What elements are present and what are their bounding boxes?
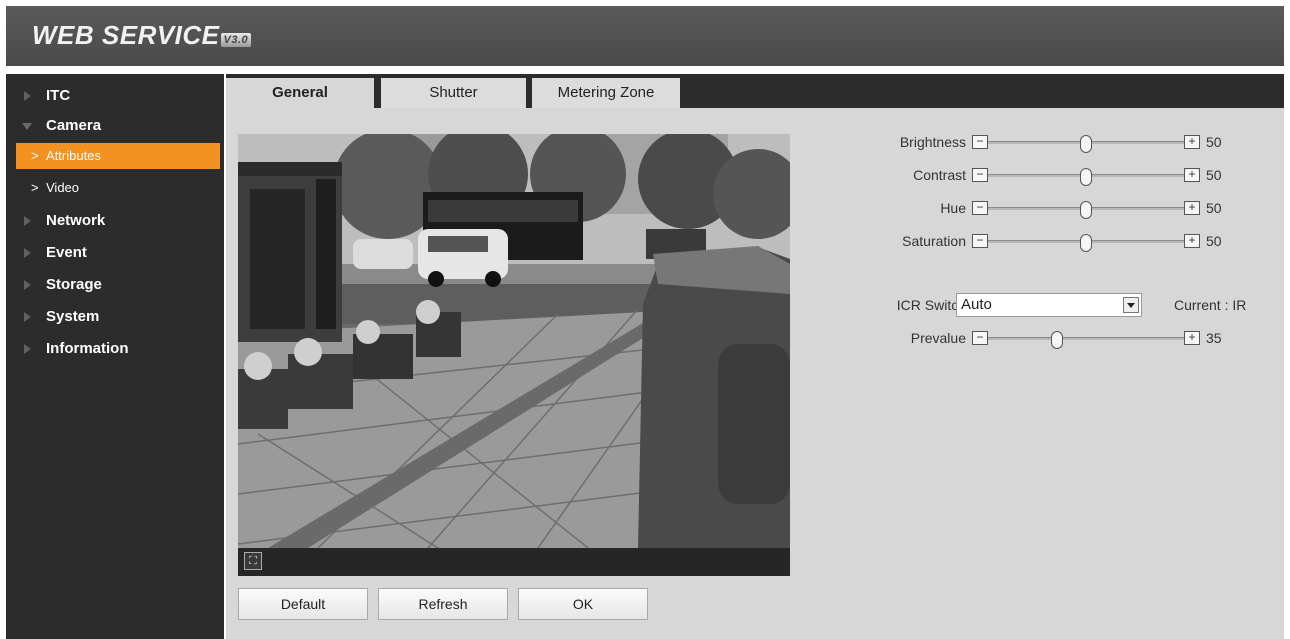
sidebar-item-itc[interactable]: ITC bbox=[6, 82, 224, 110]
prevalue-slider[interactable] bbox=[988, 331, 1184, 349]
decrease-button[interactable]: − bbox=[972, 331, 988, 345]
expand-arrow-icon bbox=[24, 91, 31, 101]
dropdown-arrow-icon[interactable] bbox=[1123, 297, 1139, 313]
sidebar: ITC Camera > Attributes > Video Network … bbox=[6, 74, 224, 639]
contrast-slider[interactable] bbox=[988, 168, 1184, 186]
sidebar-item-label: ITC bbox=[46, 87, 71, 104]
icr-switch-value: Auto bbox=[961, 296, 992, 313]
tab-metering-zone[interactable]: Metering Zone bbox=[532, 78, 680, 108]
sidebar-item-network[interactable]: Network bbox=[6, 207, 224, 235]
sidebar-item-attributes[interactable]: > Attributes bbox=[16, 143, 220, 169]
sidebar-item-label: System bbox=[46, 308, 100, 325]
hue-value: 50 bbox=[1206, 200, 1222, 216]
ok-button[interactable]: OK bbox=[518, 588, 648, 620]
increase-button[interactable]: + bbox=[1184, 168, 1200, 182]
refresh-button[interactable]: Refresh bbox=[378, 588, 508, 620]
decrease-button[interactable]: − bbox=[972, 201, 988, 215]
sidebar-item-label: Attributes bbox=[46, 148, 101, 163]
prevalue-label: Prevalue bbox=[910, 330, 966, 346]
slider-thumb[interactable] bbox=[1080, 168, 1092, 186]
decrease-button[interactable]: − bbox=[972, 135, 988, 149]
sidebar-item-label: Storage bbox=[46, 276, 102, 293]
increase-button[interactable]: + bbox=[1184, 135, 1200, 149]
increase-button[interactable]: + bbox=[1184, 331, 1200, 345]
sidebar-item-camera[interactable]: Camera bbox=[6, 112, 224, 140]
app-logo: WEB SERVICE V3.0 bbox=[32, 20, 252, 51]
sidebar-item-label: Video bbox=[46, 180, 80, 195]
sidebar-item-video[interactable]: > Video bbox=[16, 175, 220, 201]
hue-slider[interactable] bbox=[988, 201, 1184, 219]
expand-arrow-icon bbox=[24, 344, 31, 354]
sidebar-item-label: Camera bbox=[46, 117, 102, 134]
fullscreen-icon[interactable]: ⛶ bbox=[244, 552, 262, 570]
tab-general[interactable]: General bbox=[226, 78, 374, 108]
contrast-row: Contrast − + 50 bbox=[846, 165, 1266, 187]
slider-thumb[interactable] bbox=[1080, 135, 1092, 153]
hue-row: Hue − + 50 bbox=[846, 198, 1266, 220]
hue-label: Hue bbox=[940, 200, 966, 216]
logo-text: WEB SERVICE bbox=[32, 20, 220, 50]
sidebar-item-event[interactable]: Event bbox=[6, 239, 224, 267]
brightness-label: Brightness bbox=[899, 134, 966, 150]
increase-button[interactable]: + bbox=[1184, 201, 1200, 215]
contrast-label: Contrast bbox=[913, 167, 966, 183]
contrast-value: 50 bbox=[1206, 167, 1222, 183]
expand-arrow-icon bbox=[24, 312, 31, 322]
decrease-button[interactable]: − bbox=[972, 168, 988, 182]
icr-switch-select[interactable]: Auto bbox=[956, 293, 1142, 317]
brightness-row: Brightness − + 50 bbox=[846, 132, 1266, 154]
sidebar-item-label: Network bbox=[46, 212, 106, 229]
sidebar-item-label: Event bbox=[46, 244, 87, 261]
saturation-row: Saturation − + 50 bbox=[846, 231, 1266, 253]
chevron-right-icon: > bbox=[31, 180, 39, 195]
default-button[interactable]: Default bbox=[238, 588, 368, 620]
decrease-button[interactable]: − bbox=[972, 234, 988, 248]
sidebar-item-storage[interactable]: Storage bbox=[6, 271, 224, 299]
chevron-right-icon: > bbox=[31, 148, 39, 163]
prevalue-row: Prevalue − + 35 bbox=[846, 328, 1266, 350]
slider-thumb[interactable] bbox=[1050, 331, 1063, 349]
video-toolbar: ⛶ bbox=[238, 548, 790, 576]
main-panel: General Shutter Metering Zone ⛶ Default … bbox=[226, 74, 1284, 639]
sidebar-item-label: Information bbox=[46, 340, 129, 357]
slider-thumb[interactable] bbox=[1080, 234, 1092, 252]
tab-bar: General Shutter Metering Zone bbox=[226, 74, 1284, 108]
saturation-slider[interactable] bbox=[988, 234, 1184, 252]
brightness-slider[interactable] bbox=[988, 135, 1184, 153]
expand-arrow-icon bbox=[24, 216, 31, 226]
slider-thumb[interactable] bbox=[1080, 201, 1092, 219]
brightness-value: 50 bbox=[1206, 134, 1222, 150]
live-video-preview[interactable] bbox=[238, 134, 790, 548]
saturation-value: 50 bbox=[1206, 233, 1222, 249]
expand-arrow-icon bbox=[24, 280, 31, 290]
prevalue-value: 35 bbox=[1206, 330, 1222, 346]
expand-arrow-icon bbox=[24, 248, 31, 258]
icr-current-status: Current : IR bbox=[1174, 297, 1247, 313]
logo-version: V3.0 bbox=[220, 33, 252, 47]
sidebar-item-information[interactable]: Information bbox=[6, 335, 224, 363]
app-header: WEB SERVICE V3.0 bbox=[6, 6, 1284, 66]
video-frame-image bbox=[238, 134, 790, 548]
increase-button[interactable]: + bbox=[1184, 234, 1200, 248]
saturation-label: Saturation bbox=[902, 233, 966, 249]
tab-shutter[interactable]: Shutter bbox=[381, 78, 526, 108]
collapse-arrow-icon bbox=[22, 123, 32, 130]
sidebar-item-system[interactable]: System bbox=[6, 303, 224, 331]
